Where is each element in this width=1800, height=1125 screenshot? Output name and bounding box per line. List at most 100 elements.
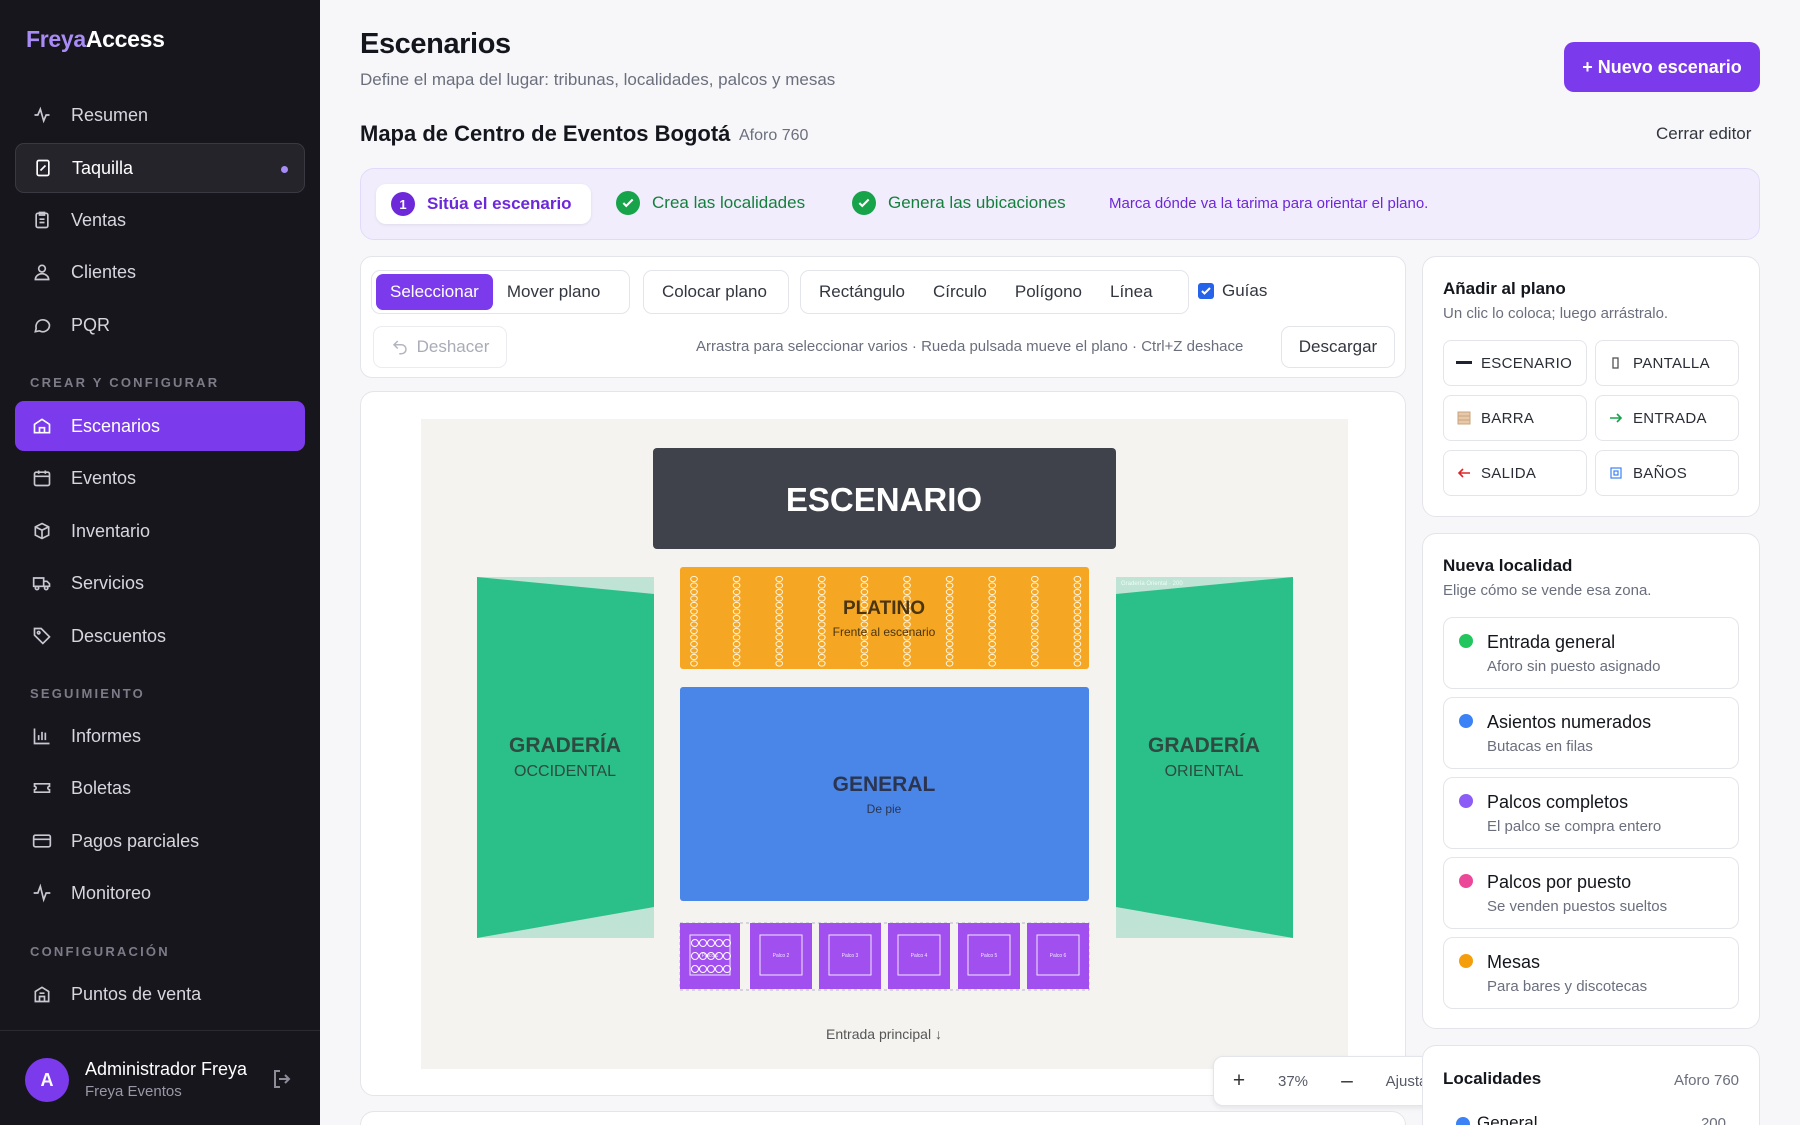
add-to-map-panel: Añadir al plano Un clic lo coloca; luego… [1422,256,1760,517]
step-generate-locations[interactable]: Genera las ubicaciones [852,191,1066,215]
nav-item-servicios[interactable]: Servicios [15,558,305,608]
ticket-icon [31,777,53,799]
locality-option-palcos-completos[interactable]: Palcos completos El palco se compra ente… [1443,777,1739,849]
general-title: GENERAL [833,773,936,796]
add-pantalla-button[interactable]: PANTALLA [1595,340,1739,386]
credit-card-icon [31,830,53,852]
ticket-receipt-icon [32,157,54,179]
nav-item-clientes[interactable]: Clientes [15,247,305,297]
palco-label: Palco 5 [981,953,998,959]
purple-dot-icon [1459,794,1473,808]
palco-box[interactable]: Palco 6 [1027,923,1089,989]
checkbox-checked-icon[interactable] [1198,283,1214,299]
select-tool-button[interactable]: Seleccionar [376,274,493,310]
nav-item-resumen[interactable]: Resumen [15,90,305,140]
map-title: Mapa de Centro de Eventos Bogotá [360,121,731,146]
main-content: Escenarios Define el mapa del lugar: tri… [320,0,1800,1125]
circle-tool-button[interactable]: Círculo [919,274,1001,310]
clipboard-icon [31,209,53,231]
new-locality-panel: Nueva localidad Elige cómo se vende esa … [1422,533,1760,1029]
nav-item-pqr[interactable]: PQR [15,300,305,350]
polygon-tool-button[interactable]: Polígono [1001,274,1096,310]
nav-item-taquilla[interactable]: Taquilla [15,143,305,193]
blue-dot-icon [1459,714,1473,728]
add-barra-button[interactable]: BARRA [1443,395,1587,441]
download-button[interactable]: Descargar [1281,326,1395,368]
shapes-group: Rectángulo Círculo Polígono Línea [800,270,1189,314]
step-place-stage[interactable]: 1 Sitúa el escenario [376,184,591,224]
nav-item-informes[interactable]: Informes [15,711,305,761]
nav-item-puntos-de-venta[interactable]: Puntos de venta [15,969,305,1019]
palco-box[interactable]: Palco 5 [958,923,1020,989]
palco-box[interactable]: Palco 4 [888,923,950,989]
locality-panel-subtitle: Elige cómo se vende esa zona. [1443,582,1652,599]
undo-button[interactable]: Deshacer [373,326,507,368]
bar-counter-icon [1456,410,1472,426]
store-icon [31,983,53,1005]
palco-box[interactable]: Palco 1 [680,923,740,989]
locality-option-mesas[interactable]: Mesas Para bares y discotecas [1443,937,1739,1009]
venue-icon [31,415,53,437]
tag-icon [31,625,53,647]
step-create-localities[interactable]: Crea las localidades [616,191,805,215]
rectangle-tool-button[interactable]: Rectángulo [805,274,919,310]
palco-box[interactable]: Palco 3 [819,923,881,989]
platino-zone[interactable]: PLATINO Frente al escenario [680,567,1089,669]
logout-icon[interactable] [270,1067,294,1096]
nav-item-descuentos[interactable]: Descuentos [15,611,305,661]
new-venue-button[interactable]: + Nuevo escenario [1564,42,1760,92]
blue-dot-icon [1456,1117,1470,1125]
check-icon [616,191,640,215]
graderia-oriental-title: GRADERÍA [1148,734,1260,757]
close-editor-link[interactable]: Cerrar editor [1656,124,1751,144]
locality-row-name[interactable]: General [1477,1113,1537,1125]
zoom-in-button[interactable]: + [1214,1069,1264,1093]
place-plane-button[interactable]: Colocar plano [648,274,781,310]
palco-label: Palco 4 [911,953,928,959]
general-zone[interactable]: GENERAL De pie [680,687,1089,901]
add-entrada-button[interactable]: ENTRADA [1595,395,1739,441]
palco-box[interactable]: Palco 2 [750,923,812,989]
add-salida-button[interactable]: SALIDA [1443,450,1587,496]
locality-option-asientos-numerados[interactable]: Asientos numerados Butacas en filas [1443,697,1739,769]
arrow-right-icon [1608,410,1624,426]
graderia-occidental-sub: OCCIDENTAL [514,763,616,780]
graderia-occidental-zone[interactable]: GRADERÍA OCCIDENTAL [477,577,654,938]
arrow-left-icon [1456,465,1472,481]
graderia-oriental-zone[interactable]: Gradería Oriental · 200 GRADERÍA ORIENTA… [1116,577,1293,938]
guides-checkbox[interactable]: Guías [1198,281,1267,301]
nav-item-inventario[interactable]: Inventario [15,506,305,556]
locality-option-entrada-general[interactable]: Entrada general Aforo sin puesto asignad… [1443,617,1739,689]
page-subtitle: Define el mapa del lugar: tribunas, loca… [360,70,836,89]
activity-icon [31,104,53,126]
nav-item-ventas[interactable]: Ventas [15,195,305,245]
add-banos-button[interactable]: BAÑOS [1595,450,1739,496]
locality-panel-title: Nueva localidad [1443,556,1573,575]
brand-logo[interactable]: FreyaAccess [26,26,165,53]
nav-item-escenarios[interactable]: Escenarios [15,401,305,451]
move-plane-button[interactable]: Mover plano [493,274,615,310]
user-org: Freya Eventos [85,1083,182,1100]
map-canvas[interactable]: ESCENARIO GRADERÍA OCCIDENTAL Gradería O… [421,419,1449,1106]
zoom-controls: + 37% – Ajustar [1213,1056,1449,1106]
graderia-occidental-title: GRADERÍA [509,734,621,757]
nav-item-boletas[interactable]: Boletas [15,763,305,813]
nav-item-eventos[interactable]: Eventos [15,453,305,503]
zoom-level: 37% [1277,1072,1309,1090]
calendar-icon [31,467,53,489]
screen-icon [1608,355,1624,371]
nav-item-monitoreo[interactable]: Monitoreo [15,868,305,918]
stage-shape[interactable]: ESCENARIO [653,448,1116,549]
avatar[interactable]: A [25,1058,69,1102]
nav-item-pagos-parciales[interactable]: Pagos parciales [15,816,305,866]
line-tool-button[interactable]: Línea [1096,274,1167,310]
chat-bubble-icon [31,314,53,336]
check-icon [852,191,876,215]
palco-label: Palco 6 [1050,953,1067,959]
palco-label: Palco 3 [842,953,859,959]
add-escenario-button[interactable]: ESCENARIO [1443,340,1587,386]
graderia-oriental-tag: Gradería Oriental · 200 [1121,581,1183,587]
zoom-out-button[interactable]: – [1322,1069,1372,1093]
green-dot-icon [1459,634,1473,648]
locality-option-palcos-por-puesto[interactable]: Palcos por puesto Se venden puestos suel… [1443,857,1739,929]
